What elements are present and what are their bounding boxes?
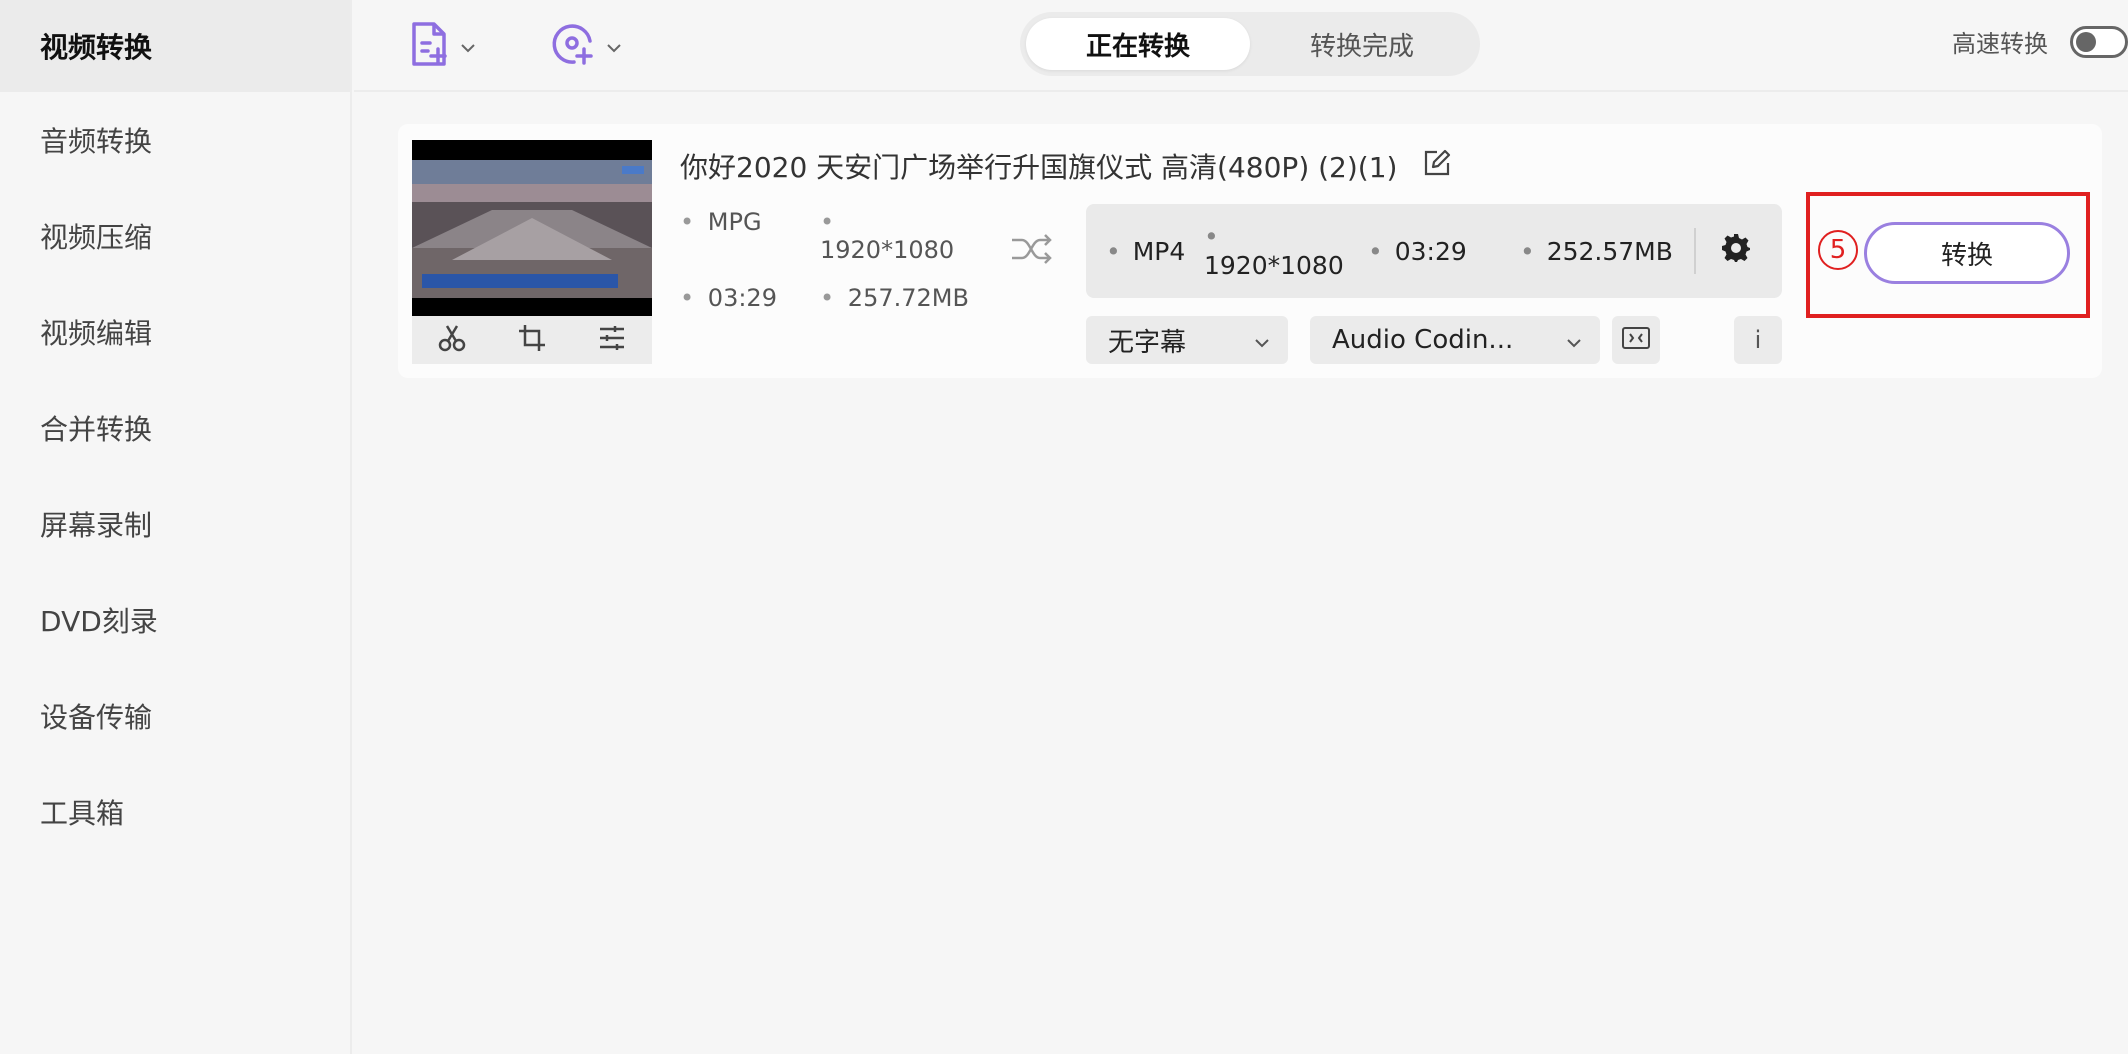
sidebar-item-video-edit[interactable]: 视频编辑	[0, 284, 350, 380]
file-title: 你好2020 天安门广场举行升国旗仪式 高清(480P) (2)(1)	[680, 151, 1398, 184]
step-number-badge: 5	[1818, 230, 1858, 270]
tab-label: 正在转换	[1085, 31, 1190, 62]
audio-select-value: Audio Codin...	[1332, 325, 1514, 355]
subtitle-select-value: 无字幕	[1108, 327, 1187, 358]
sidebar-item-label: 音频转换	[40, 125, 153, 158]
sidebar-item-label: 合并转换	[40, 413, 153, 446]
toggle-knob	[2076, 31, 2096, 52]
edit-name-icon[interactable]	[1423, 149, 1451, 184]
source-duration: 03:29	[680, 284, 820, 312]
chevron-down-icon[interactable]	[606, 34, 622, 58]
gear-icon[interactable]	[1720, 232, 1752, 270]
source-size: 257.72MB	[820, 284, 980, 312]
high-speed-setting: 高速转换	[1952, 24, 2128, 59]
subtitle-embed-icon	[1621, 326, 1651, 354]
sidebar-item-label: 视频编辑	[40, 317, 153, 350]
sidebar-item-dvd-burn[interactable]: DVD刻录	[0, 572, 350, 668]
output-duration: 03:29	[1368, 237, 1520, 266]
top-toolbar: 正在转换 转换完成 高速转换	[354, 0, 2128, 92]
output-resolution: 1920*1080	[1204, 222, 1368, 280]
source-format: MPG	[680, 208, 820, 264]
sidebar-item-label: 工具箱	[40, 797, 125, 830]
add-file-button[interactable]	[410, 20, 476, 72]
sidebar-item-device-transfer[interactable]: 设备传输	[0, 668, 350, 764]
step-number: 5	[1829, 235, 1847, 265]
tab-label: 转换完成	[1309, 31, 1414, 62]
video-thumbnail[interactable]	[412, 140, 652, 316]
output-format-panel[interactable]: MP4 1920*1080 03:29 252.57MB	[1086, 204, 1782, 298]
output-size: 252.57MB	[1520, 237, 1690, 266]
source-info: MPG 1920*1080 03:29 257.72MB	[680, 208, 980, 312]
subtitle-select[interactable]: 无字幕	[1086, 316, 1288, 364]
audio-select[interactable]: Audio Codin...	[1310, 316, 1600, 364]
output-format: MP4	[1106, 237, 1204, 266]
sidebar-item-label: 设备传输	[40, 701, 153, 734]
effects-settings-icon[interactable]	[597, 323, 627, 357]
tab-converting[interactable]: 正在转换	[1026, 18, 1250, 70]
sidebar-item-screen-record[interactable]: 屏幕录制	[0, 476, 350, 572]
thumbnail-controls	[412, 316, 652, 364]
sidebar-item-video-convert[interactable]: 视频转换	[0, 0, 350, 92]
chevron-down-icon	[1254, 325, 1270, 355]
embed-subtitle-button[interactable]	[1612, 316, 1660, 364]
sidebar-item-video-compress[interactable]: 视频压缩	[0, 188, 350, 284]
sidebar-item-merge-convert[interactable]: 合并转换	[0, 380, 350, 476]
add-file-icon	[410, 21, 450, 71]
info-button[interactable]: i	[1734, 316, 1782, 364]
source-resolution: 1920*1080	[820, 208, 980, 264]
divider	[1694, 228, 1696, 274]
file-title-row: 你好2020 天安门广场举行升国旗仪式 高清(480P) (2)(1)	[680, 146, 1451, 186]
sidebar-item-toolbox[interactable]: 工具箱	[0, 764, 350, 860]
sidebar-item-audio-convert[interactable]: 音频转换	[0, 92, 350, 188]
scissors-icon[interactable]	[437, 323, 467, 357]
convert-arrow-icon	[1010, 230, 1054, 272]
chevron-down-icon[interactable]	[460, 34, 476, 58]
crop-icon[interactable]	[517, 323, 547, 357]
sidebar: 视频转换 音频转换 视频压缩 视频编辑 合并转换 屏幕录制 DVD刻录 设备传输…	[0, 0, 352, 1054]
convert-button[interactable]: 转换	[1864, 222, 2070, 284]
add-disc-button[interactable]	[550, 20, 622, 72]
sidebar-item-label: DVD刻录	[40, 605, 158, 638]
sidebar-item-label: 视频转换	[40, 31, 153, 64]
info-icon: i	[1754, 326, 1762, 354]
add-disc-icon	[550, 21, 596, 71]
high-speed-toggle[interactable]	[2070, 25, 2128, 58]
sidebar-item-label: 屏幕录制	[40, 509, 153, 542]
chevron-down-icon	[1566, 325, 1582, 355]
sidebar-item-label: 视频压缩	[40, 221, 153, 254]
convert-button-label: 转换	[1940, 240, 1993, 271]
high-speed-label: 高速转换	[1952, 30, 2048, 58]
tab-converted[interactable]: 转换完成	[1250, 18, 1474, 70]
conversion-tabs: 正在转换 转换完成	[1020, 12, 1480, 76]
